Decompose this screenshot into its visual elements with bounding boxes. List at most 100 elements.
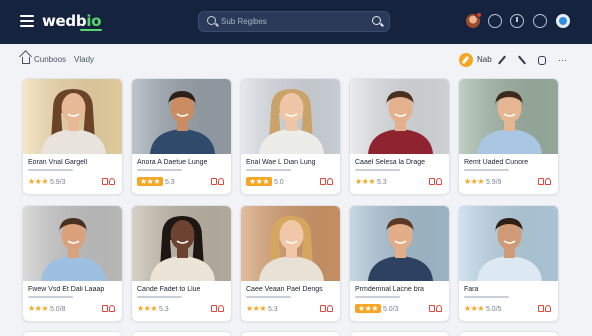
- profile-card[interactable]: Prmdemnal Lacne bra ★★★ 5.0/3: [349, 205, 450, 322]
- profile-name: Fwew Vsd Et Dali Laaap: [28, 286, 105, 293]
- home-icon[interactable]: [22, 57, 30, 64]
- rating: ★★★ 5.0/3: [355, 304, 399, 314]
- link-icon[interactable]: [517, 55, 527, 65]
- profile-name: Eoran Vnal Gargell: [28, 159, 88, 166]
- rating-value: 5.3: [267, 306, 278, 313]
- profile-name: Caael Selesa la Drage: [355, 159, 426, 166]
- next-row-card: [349, 331, 450, 336]
- profile-photo: [241, 79, 340, 154]
- user-profile-icon[interactable]: [556, 14, 570, 28]
- rating: ★★★ 5.3: [246, 304, 278, 314]
- rating-value: 5.0: [273, 179, 284, 186]
- action-label[interactable]: Nab: [477, 55, 492, 64]
- profile-card[interactable]: Caael Selesa la Drage ★★★ 5.3: [349, 78, 450, 195]
- profile-subtitle-line: [28, 296, 73, 298]
- more-options-icon[interactable]: ···: [558, 55, 568, 65]
- favorite-icon[interactable]: [211, 178, 217, 185]
- clock-icon[interactable]: [510, 14, 524, 28]
- bookmark-icon[interactable]: [327, 305, 333, 312]
- favorite-icon[interactable]: [102, 178, 108, 185]
- rating: ★★★ 5.3: [355, 177, 387, 187]
- favorite-icon[interactable]: [429, 178, 435, 185]
- profile-photo: [241, 206, 340, 281]
- profile-name: Fara: [464, 286, 479, 293]
- profile-name: Caee Veaan Pael Dengs: [246, 286, 323, 293]
- pencil-icon[interactable]: [497, 55, 507, 65]
- top-navigation-bar: wedbio: [0, 0, 592, 44]
- star-rating-icon: ★★★: [28, 304, 49, 313]
- star-rating-icon: ★★★: [464, 177, 485, 186]
- profile-subtitle-line: [246, 169, 291, 171]
- favorite-icon[interactable]: [538, 305, 544, 312]
- favorite-icon[interactable]: [538, 178, 544, 185]
- star-rating-icon: ★★★: [464, 304, 485, 313]
- rating-value: 5.9/3: [49, 179, 66, 186]
- profile-card[interactable]: Eoran Vnal Gargell ★★★ 5.9/3: [22, 78, 123, 195]
- next-row-card: [22, 331, 123, 336]
- lock-icon[interactable]: [538, 56, 546, 65]
- star-rating-icon: ★★★: [246, 304, 267, 313]
- profile-photo: [132, 79, 231, 154]
- globe-icon[interactable]: [533, 14, 547, 28]
- card-actions: [429, 177, 443, 187]
- profile-subtitle-line: [464, 169, 509, 171]
- favorite-icon[interactable]: [211, 305, 217, 312]
- rating: ★★★ 5.0/8: [28, 304, 66, 314]
- profile-photo: [23, 79, 122, 154]
- rating-value: 5.3: [158, 306, 169, 313]
- card-actions: [429, 304, 443, 314]
- profile-card[interactable]: Cande Fadet to Llue ★★★ 5.3: [131, 205, 232, 322]
- rating-value: 5.0/3: [382, 306, 399, 313]
- star-rating-icon: ★★★: [355, 304, 382, 313]
- bookmark-icon[interactable]: [109, 178, 115, 185]
- notification-avatar-icon[interactable]: [466, 12, 482, 28]
- profile-subtitle-line: [28, 169, 73, 171]
- next-row-card: [458, 331, 559, 336]
- bookmark-icon[interactable]: [545, 178, 551, 185]
- profile-subtitle-line: [137, 169, 182, 171]
- notification-dot: [476, 12, 482, 18]
- bookmark-icon[interactable]: [327, 178, 333, 185]
- card-actions: [102, 177, 116, 187]
- card-actions: [320, 304, 334, 314]
- bookmark-icon[interactable]: [218, 178, 224, 185]
- bookmark-icon[interactable]: [109, 305, 115, 312]
- breadcrumb-item-1[interactable]: Cunboos: [34, 55, 66, 64]
- bookmark-icon[interactable]: [545, 305, 551, 312]
- favorite-icon[interactable]: [320, 178, 326, 185]
- hamburger-menu-icon[interactable]: [20, 15, 34, 27]
- profile-card[interactable]: Fara ★★★ 5.0/5: [458, 205, 559, 322]
- star-rating-icon: ★★★: [137, 304, 158, 313]
- bell-icon[interactable]: [488, 14, 502, 28]
- bookmark-icon[interactable]: [436, 178, 442, 185]
- breadcrumb-item-2[interactable]: Vlady: [74, 55, 94, 64]
- profile-card[interactable]: Fwew Vsd Et Dali Laaap ★★★ 5.0/8: [22, 205, 123, 322]
- rating: ★★★ 5.0/5: [464, 304, 502, 314]
- profile-card[interactable]: Remt Uaded Cunore ★★★ 5.9/9: [458, 78, 559, 195]
- star-rating-icon: ★★★: [355, 177, 376, 186]
- rating-value: 5.0/8: [49, 306, 66, 313]
- rating: ★★★ 5.0: [246, 177, 284, 187]
- profile-name: Remt Uaded Cunore: [464, 159, 529, 166]
- profile-photo: [132, 206, 231, 281]
- bookmark-icon[interactable]: [436, 305, 442, 312]
- edit-action-icon[interactable]: [459, 53, 473, 67]
- search-submit-icon[interactable]: [372, 16, 381, 25]
- logo-underline: [80, 29, 102, 31]
- profile-subtitle-line: [246, 296, 291, 298]
- favorite-icon[interactable]: [102, 305, 108, 312]
- profile-photo: [459, 79, 558, 154]
- rating: ★★★ 5.3: [137, 304, 169, 314]
- favorite-icon[interactable]: [320, 305, 326, 312]
- bookmark-icon[interactable]: [218, 305, 224, 312]
- rating: ★★★ 5.3: [137, 177, 175, 187]
- profile-card[interactable]: Enal Wae L Dian Lung ★★★ 5.0: [240, 78, 341, 195]
- profile-card[interactable]: Anora A Daetue Lunge ★★★ 5.3: [131, 78, 232, 195]
- search-icon: [207, 16, 216, 25]
- profile-card[interactable]: Caee Veaan Pael Dengs ★★★ 5.3: [240, 205, 341, 322]
- favorite-icon[interactable]: [429, 305, 435, 312]
- profile-name: Cande Fadet to Llue: [137, 286, 201, 293]
- profile-subtitle-line: [355, 169, 400, 171]
- app-logo[interactable]: wedbio: [42, 12, 101, 30]
- search-input[interactable]: [221, 14, 366, 29]
